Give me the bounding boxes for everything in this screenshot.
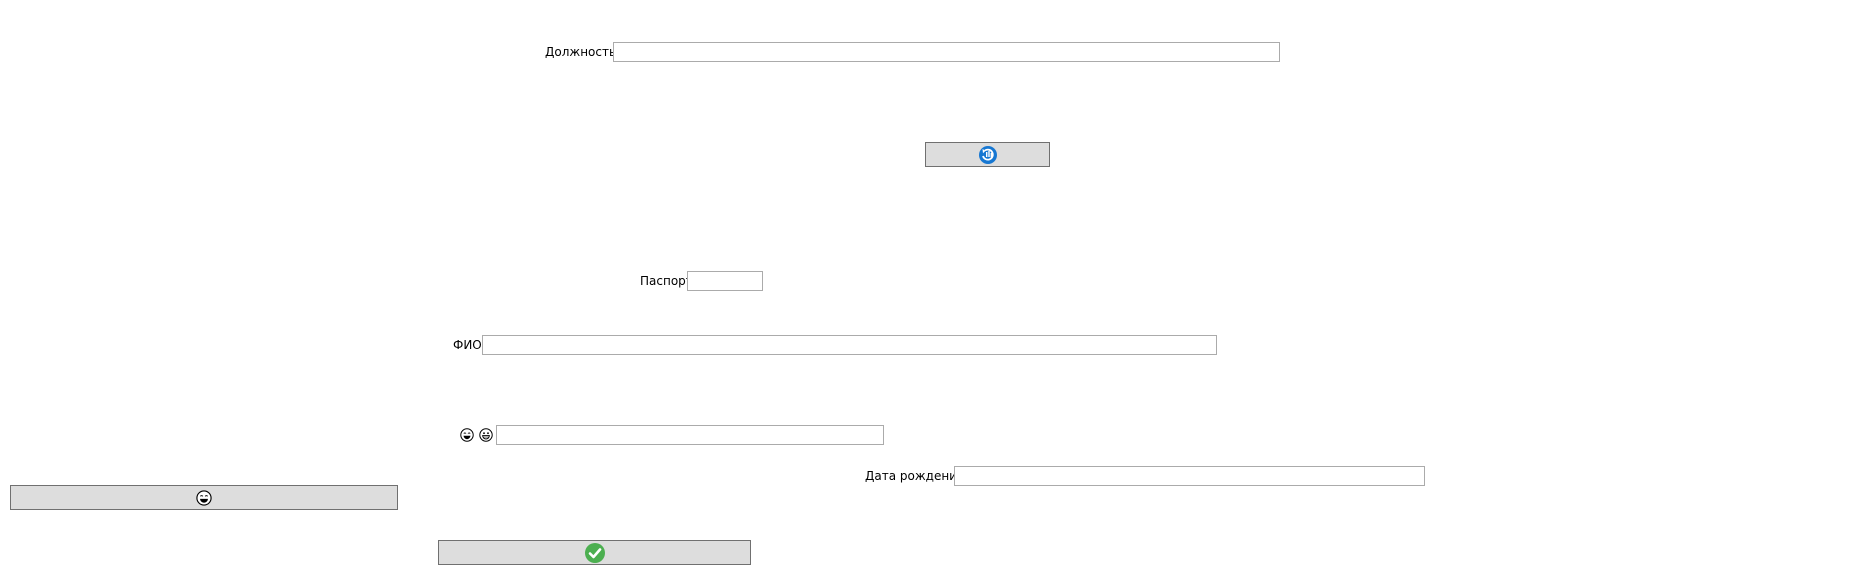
grinning-face-icon xyxy=(479,428,493,442)
laughing-face-icon xyxy=(460,428,474,442)
confirm-button[interactable] xyxy=(438,540,751,565)
emoji-face-icon xyxy=(196,489,212,506)
checkmark-icon xyxy=(584,542,605,563)
refresh-button[interactable] xyxy=(925,142,1050,167)
passport-input[interactable] xyxy=(687,271,763,291)
position-label: Должность xyxy=(545,45,617,59)
passport-label: Паспорт xyxy=(640,274,693,288)
birth-date-label: Дата рождения xyxy=(865,469,965,483)
position-input[interactable] xyxy=(613,42,1280,62)
refresh-icon xyxy=(978,145,997,164)
emoji-input[interactable] xyxy=(496,425,884,445)
emoji-button[interactable] xyxy=(10,485,398,510)
full-name-input[interactable] xyxy=(482,335,1217,355)
full-name-label: ФИО xyxy=(453,338,482,352)
birth-date-input[interactable] xyxy=(954,466,1425,486)
